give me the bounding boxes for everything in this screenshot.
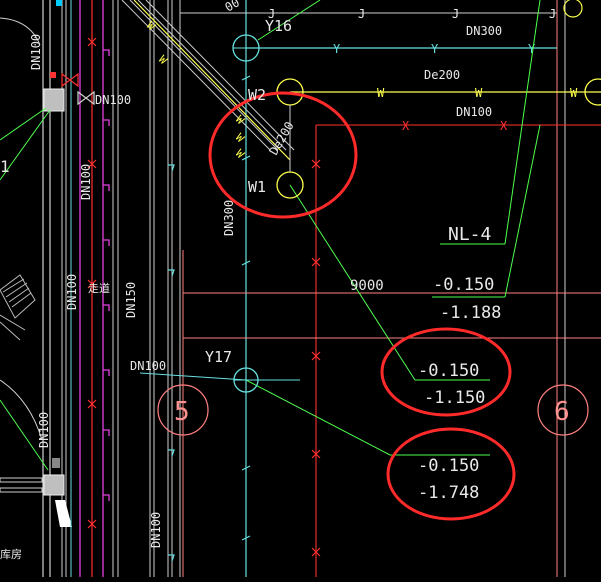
- label-dn300-top: DN300: [466, 24, 502, 38]
- label-nl4: NL-4: [448, 224, 491, 245]
- label-w1: W1: [248, 178, 266, 196]
- j-code-4: J: [549, 7, 556, 21]
- label-dn100-valve: DN100: [95, 93, 131, 107]
- label-dn100-lower: DN100: [65, 274, 79, 310]
- elevation-tag-3: -0.150 -1.748: [418, 456, 479, 503]
- axis-5-label: 5: [174, 397, 190, 427]
- label-dn100-top: DN100: [29, 34, 43, 70]
- label-dn100-mid: DN100: [79, 164, 93, 200]
- elevation-tag-1: -0.150 -1.188: [432, 275, 505, 323]
- y-code-1: Y: [333, 42, 341, 56]
- elev-3-bottom: -1.748: [418, 483, 479, 503]
- axis-6-label: 6: [554, 397, 570, 427]
- j-code-2: J: [358, 7, 365, 21]
- x-code-2: X: [500, 119, 508, 133]
- label-dn100-bottom: DN100: [149, 512, 163, 548]
- label-dn100-red: DN100: [456, 105, 492, 119]
- magenta-pipe-markers: [103, 49, 110, 501]
- valve-icon[interactable]: [61, 72, 95, 106]
- highlight-ellipse-w1[interactable]: [208, 91, 358, 219]
- pipe-line-codes: Y Y Y W W W J J J J X X: [268, 7, 578, 133]
- w-code-1: W: [377, 86, 385, 100]
- label-storeroom: 库房: [0, 548, 22, 561]
- w-code-3: W: [570, 86, 578, 100]
- elev-1-bottom: -1.188: [440, 303, 501, 323]
- diagonal-w-codes: W W W W W: [144, 19, 247, 161]
- axis-labels: 5 6: [174, 397, 570, 427]
- j-code-3: J: [452, 7, 459, 21]
- elev-1-top: -0.150: [433, 275, 494, 295]
- label-dimension-9000: 9000: [350, 278, 384, 294]
- label-dn150: DN150: [124, 282, 138, 318]
- y-code-2: Y: [431, 42, 439, 56]
- x-code-1: X: [402, 119, 410, 133]
- label-y16: Y16: [265, 17, 292, 35]
- green-leader-lines: [245, 0, 541, 456]
- label-de200-top: De200: [424, 68, 460, 82]
- label-corridor: 走道: [88, 281, 110, 295]
- elev-3-top: -0.150: [418, 456, 479, 476]
- label-top-corner: 00: [223, 0, 243, 15]
- red-pipe-x-markers: [87, 37, 321, 557]
- cad-drawing-canvas[interactable]: Y Y Y W W W J J J J X X W W W W W DN100 …: [0, 0, 601, 577]
- w-code-2: W: [475, 86, 483, 100]
- horizontal-pipes: [139, 12, 601, 381]
- label-y17: Y17: [205, 348, 232, 366]
- pipe-plan-drawing: Y Y Y W W W J J J J X X W W W W W DN100 …: [0, 0, 601, 577]
- label-w2: W2: [248, 86, 266, 104]
- diag-w-4: W: [233, 131, 247, 145]
- label-dn300-vertical: DN300: [222, 200, 236, 236]
- label-left-mid: 1: [0, 157, 10, 176]
- label-de200-diagonal: De200: [266, 119, 296, 157]
- elevation-tag-2: -0.150 -1.150: [418, 361, 485, 408]
- elev-2-bottom: -1.150: [424, 388, 485, 408]
- label-dn100-bottom-left: DN100: [37, 412, 51, 448]
- elev-2-top: -0.150: [418, 361, 479, 381]
- left-wall-structure: [0, 0, 72, 577]
- label-dn100-y17: DN100: [130, 359, 166, 373]
